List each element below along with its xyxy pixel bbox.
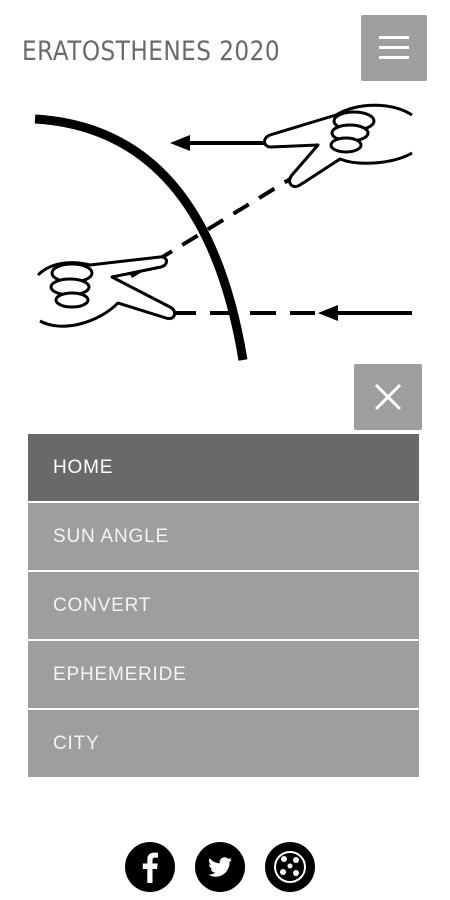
sunray-top-arrow xyxy=(170,135,270,151)
hero-illustration xyxy=(34,103,413,361)
close-menu-button[interactable] xyxy=(354,364,422,430)
facebook-button[interactable] xyxy=(125,842,175,892)
community-icon xyxy=(274,851,306,883)
menu-item-home[interactable]: HOME xyxy=(28,434,419,501)
facebook-icon xyxy=(142,852,158,883)
hand-upper-right-icon xyxy=(263,103,413,189)
menu-item-convert[interactable]: CONVERT xyxy=(28,570,419,639)
menu-item-ephemeride[interactable]: EPHEMERIDE xyxy=(28,639,419,708)
community-button[interactable] xyxy=(265,842,315,892)
hand-lower-left-icon xyxy=(36,255,177,328)
twitter-icon xyxy=(208,857,232,877)
app-title: ERATOSTHENES 2020 xyxy=(22,36,281,67)
menu-item-city[interactable]: CITY xyxy=(28,708,419,777)
twitter-button[interactable] xyxy=(195,842,245,892)
social-links xyxy=(125,842,325,894)
nav-menu: HOME SUN ANGLE CONVERT EPHEMERIDE CITY xyxy=(28,434,419,777)
menu-item-sun-angle[interactable]: SUN ANGLE xyxy=(28,501,419,570)
close-icon xyxy=(374,383,402,411)
hamburger-menu-button[interactable] xyxy=(361,15,427,81)
sunray-bottom-arrow xyxy=(170,305,412,321)
